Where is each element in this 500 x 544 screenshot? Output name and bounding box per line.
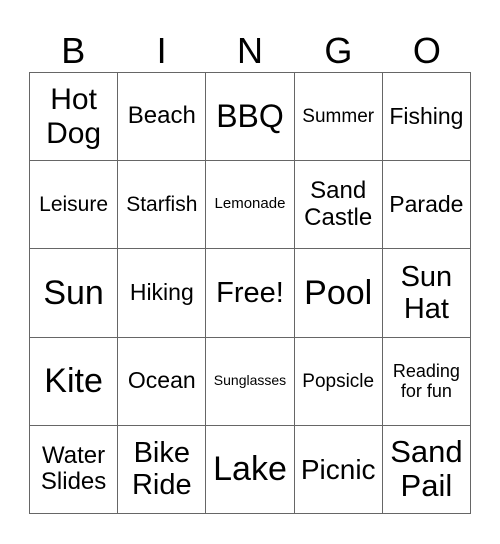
- bingo-cell[interactable]: Popsicle: [294, 337, 383, 426]
- header-letter: G: [324, 30, 353, 71]
- bingo-cell[interactable]: Free!: [206, 249, 295, 338]
- bingo-cell[interactable]: Hot Dog: [30, 73, 119, 162]
- bingo-cell[interactable]: Ocean: [118, 337, 207, 426]
- bingo-cell[interactable]: Water Slides: [30, 425, 119, 514]
- bingo-cell[interactable]: BBQ: [206, 73, 295, 162]
- header-letter: O: [412, 30, 441, 71]
- bingo-cell[interactable]: Pool: [294, 249, 383, 338]
- header-letter: I: [156, 30, 167, 71]
- bingo-cell[interactable]: Summer: [294, 73, 383, 162]
- bingo-cell[interactable]: Hiking: [118, 249, 207, 338]
- bingo-cell[interactable]: Beach: [118, 73, 207, 162]
- bingo-cell[interactable]: Parade: [382, 161, 471, 250]
- bingo-cell[interactable]: Starfish: [118, 161, 207, 250]
- header-letter: N: [237, 30, 264, 71]
- bingo-cell[interactable]: Reading for fun: [382, 337, 471, 426]
- bingo-cell[interactable]: Sun Hat: [382, 249, 471, 338]
- header-letter: B: [61, 30, 86, 71]
- bingo-grid: Hot Dog Beach BBQ Summer Fishing Leisure Starfi…: [29, 72, 471, 514]
- bingo-cell[interactable]: Lemonade: [206, 161, 295, 250]
- bingo-header: B I N G O: [29, 30, 471, 72]
- bingo-cell[interactable]: Kite: [30, 337, 119, 426]
- bingo-cell[interactable]: Fishing: [382, 73, 471, 162]
- bingo-cell[interactable]: Picnic: [294, 425, 383, 514]
- bingo-cell[interactable]: Sunglasses: [206, 337, 295, 426]
- bingo-cell[interactable]: Sun: [30, 249, 119, 338]
- bingo-cell[interactable]: Bike Ride: [118, 425, 207, 514]
- bingo-cell[interactable]: Leisure: [30, 161, 119, 250]
- bingo-cell[interactable]: Sand Castle: [294, 161, 383, 250]
- bingo-cell[interactable]: Sand Pail: [382, 425, 471, 514]
- bingo-cell[interactable]: Lake: [206, 425, 295, 514]
